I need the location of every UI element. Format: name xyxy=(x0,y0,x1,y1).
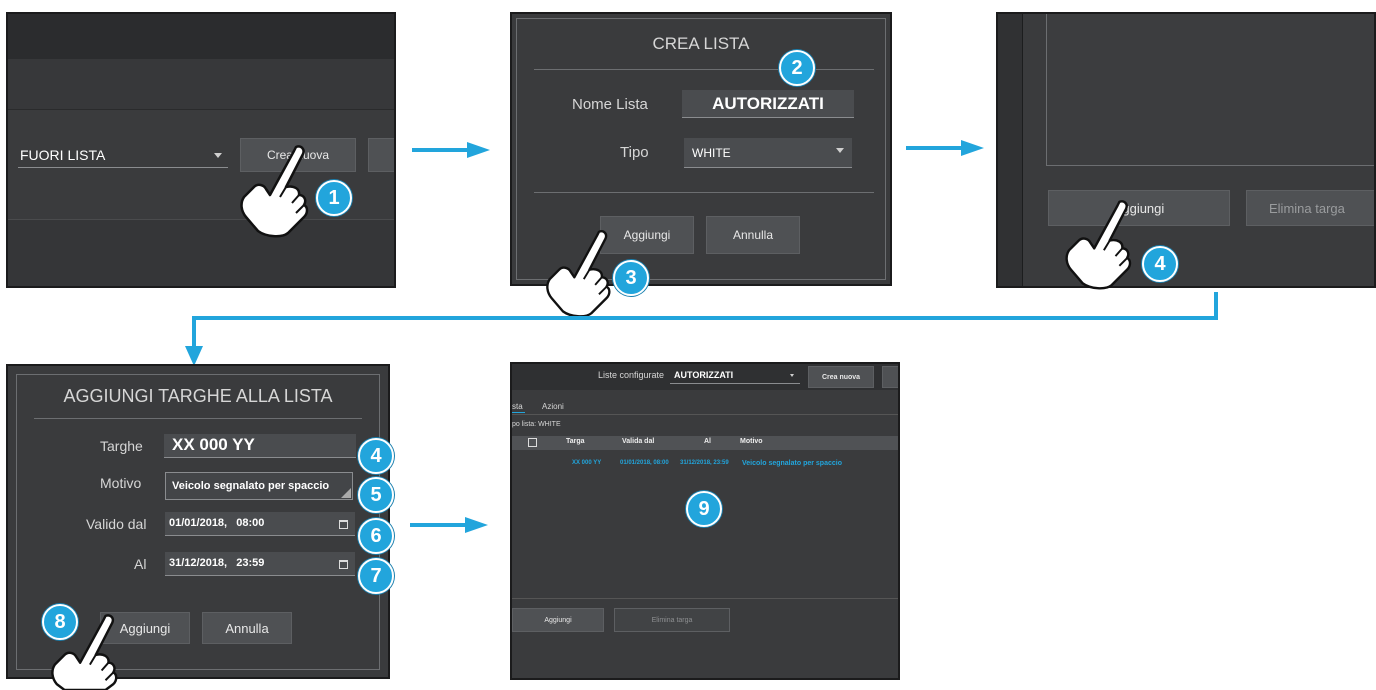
valid-from-input[interactable]: 01/01/2018, 08:00 xyxy=(165,512,355,536)
partial-button[interactable] xyxy=(368,138,394,172)
resize-handle-icon xyxy=(341,488,351,498)
valid-to-label: Al xyxy=(134,556,147,572)
valid-from-label: Valido dal xyxy=(86,516,147,532)
step-badge-6: 6 xyxy=(358,518,394,554)
row-to: 31/12/2018, 23:59 xyxy=(680,460,729,466)
row-plate: XX 000 YY xyxy=(572,460,602,466)
column-header-plate: Targa xyxy=(566,438,585,445)
step1-panel: FUORI LISTA Crea nuova xyxy=(6,12,396,288)
configured-lists-value: AUTORIZZATI xyxy=(674,370,734,380)
pointing-hand-icon xyxy=(1065,200,1132,290)
tab-list[interactable]: sta xyxy=(512,402,525,413)
step-badge-4b: 4 xyxy=(358,438,394,474)
list-name-value: AUTORIZZATI xyxy=(712,94,824,113)
chevron-down-icon xyxy=(214,153,222,158)
column-header-to: Al xyxy=(704,438,711,445)
reason-label: Motivo xyxy=(100,475,142,491)
arrow-right-icon xyxy=(906,140,984,156)
calendar-icon xyxy=(339,520,348,529)
connector-arrow-icon xyxy=(185,292,1218,366)
divider xyxy=(534,192,874,193)
step-badge-9: 9 xyxy=(686,491,722,527)
list-select[interactable]: FUORI LISTA xyxy=(18,142,228,168)
delete-plate-button[interactable]: Elimina targa xyxy=(614,608,730,632)
calendar-icon xyxy=(339,560,348,569)
plates-label: Targhe xyxy=(100,438,143,454)
plates-value: XX 000 YY xyxy=(172,435,255,454)
select-all-checkbox[interactable] xyxy=(528,438,537,447)
step3-panel: Aggiungi Elimina targa xyxy=(996,12,1376,288)
list-type-label: po lista: WHITE xyxy=(512,421,561,428)
configured-lists-select[interactable]: AUTORIZZATI xyxy=(670,368,800,384)
type-select[interactable]: WHITE xyxy=(684,138,852,168)
partial-button[interactable] xyxy=(882,366,898,388)
arrow-right-icon xyxy=(412,142,490,158)
list-name-input[interactable]: AUTORIZZATI xyxy=(682,90,854,118)
step-badge-4: 4 xyxy=(1142,246,1178,282)
pointing-hand-icon xyxy=(240,145,309,238)
plates-input[interactable]: XX 000 YY xyxy=(164,434,356,458)
column-header-from: Valida dal xyxy=(622,438,655,445)
type-select-value: WHITE xyxy=(692,146,731,160)
reason-value: Veicolo segnalato per spaccio xyxy=(172,480,330,492)
table-header: Targa Valida dal Al Motivo xyxy=(512,436,898,450)
plates-table-area xyxy=(1046,14,1374,166)
create-new-button[interactable]: Crea nuova xyxy=(808,366,874,388)
divider xyxy=(8,109,394,110)
column-header-reason: Motivo xyxy=(740,438,763,445)
step-badge-1: 1 xyxy=(316,180,352,216)
delete-plate-button[interactable]: Elimina targa xyxy=(1246,190,1374,226)
list-select-value: FUORI LISTA xyxy=(20,147,106,163)
valid-from-value: 01/01/2018, 08:00 xyxy=(169,517,265,529)
add-plate-button[interactable]: Aggiungi xyxy=(512,608,604,632)
toolbar-strip xyxy=(8,59,394,109)
divider xyxy=(34,418,362,419)
list-name-label: Nome Lista xyxy=(572,96,648,113)
pointing-hand-icon xyxy=(51,614,118,690)
divider xyxy=(512,414,898,415)
dialog-title: AGGIUNGI TARGHE ALLA LISTA xyxy=(63,386,333,406)
side-rail xyxy=(998,14,1023,286)
row-reason: Veicolo segnalato per spaccio xyxy=(742,460,842,467)
configured-lists-label: Liste configurate xyxy=(598,370,665,380)
valid-to-input[interactable]: 31/12/2018, 23:59 xyxy=(165,552,355,576)
footer-strip xyxy=(8,220,394,286)
divider xyxy=(512,598,898,599)
row-from: 01/01/2018, 08:00 xyxy=(620,460,669,466)
valid-to-value: 31/12/2018, 23:59 xyxy=(169,557,265,569)
dialog-title: CREA LISTA xyxy=(652,34,750,53)
step-badge-5: 5 xyxy=(358,477,394,513)
reason-textarea[interactable]: Veicolo segnalato per spaccio xyxy=(165,472,353,500)
chevron-down-icon xyxy=(836,148,844,153)
app-header xyxy=(8,14,394,59)
step-badge-2: 2 xyxy=(779,50,815,86)
tab-actions[interactable]: Azioni xyxy=(542,402,564,411)
divider xyxy=(534,69,874,70)
step-badge-7: 7 xyxy=(358,558,394,594)
chevron-down-icon xyxy=(790,374,794,377)
cancel-button[interactable]: Annulla xyxy=(706,216,800,254)
arrow-right-icon xyxy=(410,517,488,533)
cancel-button[interactable]: Annulla xyxy=(202,612,292,644)
type-label: Tipo xyxy=(620,144,649,161)
table-row[interactable]: XX 000 YY 01/01/2018, 08:00 31/12/2018, … xyxy=(512,460,898,472)
